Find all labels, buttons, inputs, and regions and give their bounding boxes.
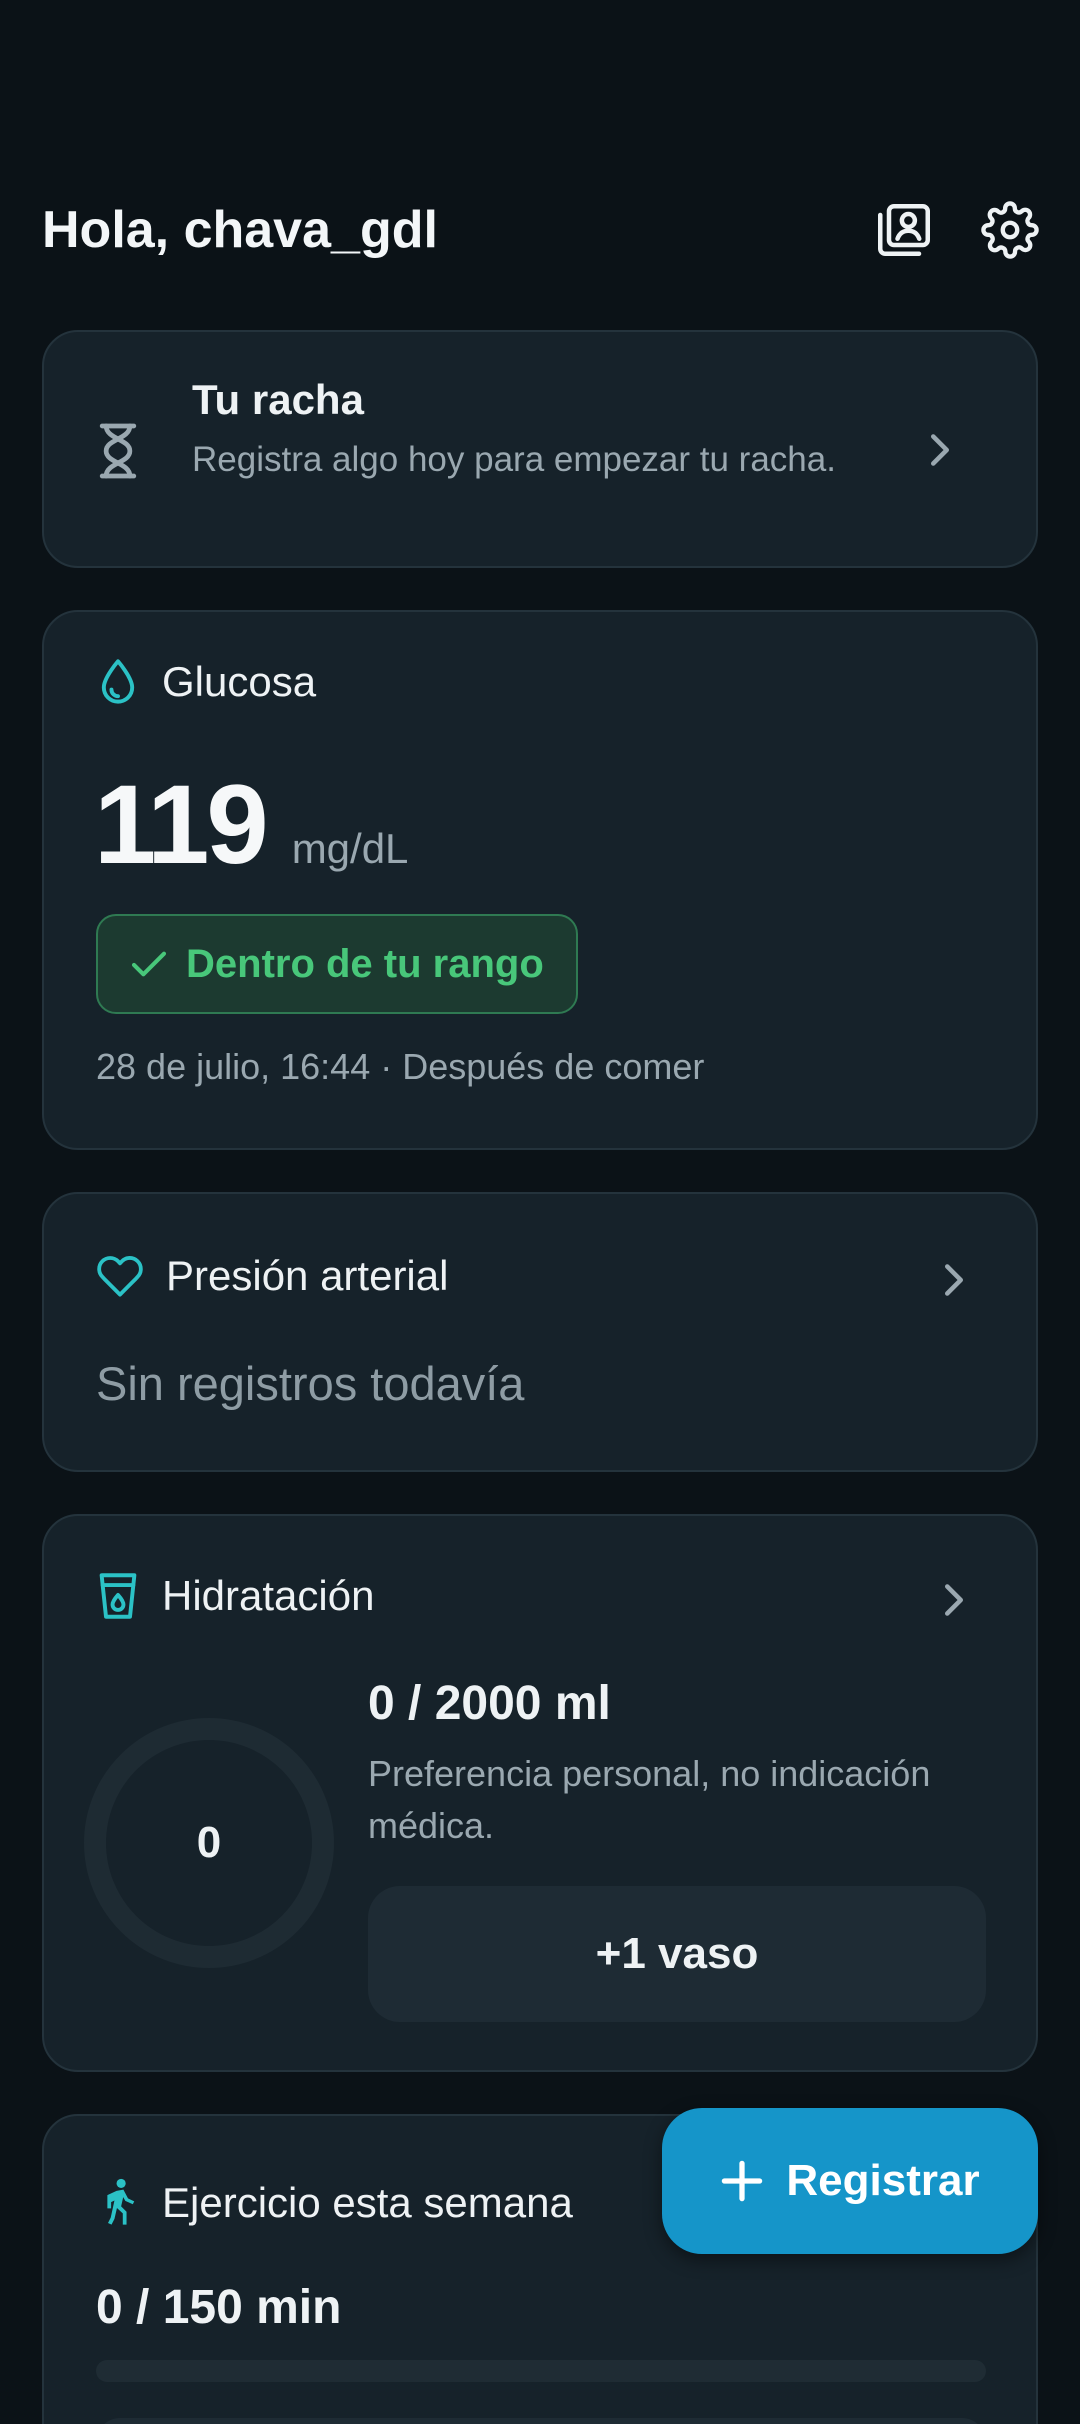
status-badge: Dentro de tu rango <box>96 914 578 1014</box>
exercise-progress-bar <box>96 2360 986 2382</box>
hourglass-icon <box>99 423 137 479</box>
glucose-timestamp: 28 de julio, 16:44 · Después de comer <box>96 1046 705 1087</box>
home-screen: Hola, chava_gdl Tu racha Registra algo h… <box>0 0 1080 2424</box>
hydration-card[interactable]: Hidratación 0 0 / 2000 ml Preferencia pe… <box>42 1514 1038 2072</box>
chevron-right-icon <box>934 1260 974 1300</box>
chevron-right-icon <box>920 430 960 470</box>
glucose-header: Glucosa <box>96 658 316 706</box>
blood-pressure-empty-state: Sin registros todavía <box>96 1357 525 1410</box>
blood-pressure-card[interactable]: Presión arterial Sin registros todavía <box>42 1192 1038 1472</box>
streak-title: Tu racha <box>192 376 364 423</box>
droplet-icon <box>101 659 135 704</box>
check-icon <box>131 951 167 977</box>
glucose-value: 119 <box>94 762 269 887</box>
water-glass-icon <box>99 1573 137 1619</box>
hydration-count: 0 <box>196 1818 222 1867</box>
status-text: Dentro de tu rango <box>186 941 544 986</box>
glucose-reading: 119 mg/dL <box>94 760 408 889</box>
gear-icon <box>981 201 1039 259</box>
hydration-title: Hidratación <box>162 1572 375 1619</box>
hydration-note: Preferencia personal, no indicación médi… <box>368 1753 931 1846</box>
settings-button[interactable] <box>960 180 1060 280</box>
glucose-unit: mg/dL <box>291 825 409 872</box>
hydration-header: Hidratación <box>96 1572 374 1620</box>
exercise-header: Ejercicio esta semana <box>96 2178 573 2228</box>
blood-pressure-header: Presión arterial <box>96 1252 448 1300</box>
glucose-title: Glucosa <box>162 658 317 705</box>
exercise-action-button[interactable] <box>96 2418 986 2424</box>
hydration-amount: 0 / 2000 ml <box>368 1677 611 1730</box>
glucose-card[interactable]: Glucosa 119 mg/dL Dentro de tu rango 28 … <box>42 610 1038 1150</box>
exercise-amount: 0 / 150 min <box>96 2281 342 2334</box>
header: Hola, chava_gdl <box>42 180 1039 280</box>
blood-pressure-title: Presión arterial <box>166 1252 449 1299</box>
heart-icon <box>97 1256 143 1297</box>
register-fab[interactable]: Registrar <box>662 2108 1038 2254</box>
add-glass-button[interactable]: +1 vaso <box>368 1886 986 2022</box>
plus-icon <box>722 2160 763 2202</box>
walking-icon <box>107 2178 135 2225</box>
profile-button[interactable] <box>854 180 954 280</box>
exercise-title: Ejercicio esta semana <box>162 2179 573 2226</box>
profile-card-icon <box>878 204 930 256</box>
register-label: Registrar <box>786 2156 980 2205</box>
chevron-right-icon <box>934 1580 974 1620</box>
streak-subtitle: Registra algo hoy para empezar tu racha. <box>192 440 836 479</box>
hydration-progress-ring: 0 <box>84 1718 334 1968</box>
streak-card[interactable]: Tu racha Registra algo hoy para empezar … <box>42 330 1038 568</box>
